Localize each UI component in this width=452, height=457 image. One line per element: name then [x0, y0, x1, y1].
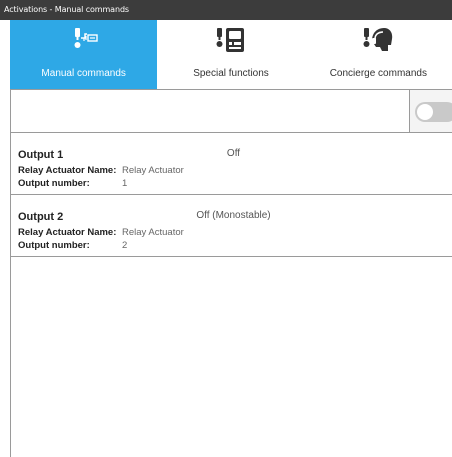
- tab-special-functions[interactable]: Special functions: [157, 20, 304, 89]
- output-number-row: Output number: 1: [18, 178, 127, 189]
- output-number-value: 1: [122, 178, 128, 189]
- actuator-name-label: Relay Actuator Name:: [18, 227, 117, 238]
- actuator-name-value: Relay Actuator: [122, 227, 184, 238]
- filter-toggle[interactable]: [415, 102, 452, 122]
- actuator-name-value: Relay Actuator: [122, 165, 184, 176]
- output-number-value: 2: [122, 240, 128, 251]
- search-input[interactable]: [11, 90, 409, 132]
- list-item[interactable]: Output 2 Off (Monostable) Relay Actuator…: [11, 195, 452, 257]
- manual-commands-icon: [74, 28, 98, 48]
- toggle-knob: [417, 104, 433, 120]
- tab-manual-commands[interactable]: Manual commands: [10, 20, 158, 89]
- actuator-name-label: Relay Actuator Name:: [18, 165, 117, 176]
- tab-concierge-commands[interactable]: Concierge commands: [305, 20, 452, 89]
- output-number-label: Output number:: [18, 178, 90, 189]
- tab-label: Concierge commands: [329, 68, 427, 79]
- actuator-name-row: Relay Actuator Name: Relay Actuator: [18, 165, 184, 176]
- actuator-name-row: Relay Actuator Name: Relay Actuator: [18, 227, 184, 238]
- output-number-label: Output number:: [18, 240, 90, 251]
- tab-bar: Manual commands Special functions Concie…: [10, 20, 452, 89]
- output-state: Off (Monostable): [196, 210, 271, 221]
- tab-label: Special functions: [193, 68, 269, 79]
- search-bar: [11, 90, 452, 133]
- outputs-panel: Output 1 Off Relay Actuator Name: Relay A…: [10, 89, 452, 457]
- tab-label: Manual commands: [41, 68, 126, 79]
- special-functions-icon: [216, 28, 244, 52]
- concierge-commands-icon: [363, 28, 393, 51]
- toggle-container: [409, 90, 452, 132]
- list-item[interactable]: Output 1 Off Relay Actuator Name: Relay A…: [11, 133, 452, 195]
- output-number-row: Output number: 2: [18, 240, 127, 251]
- output-state: Off: [226, 148, 241, 159]
- window-title: Activations - Manual commands: [0, 0, 452, 20]
